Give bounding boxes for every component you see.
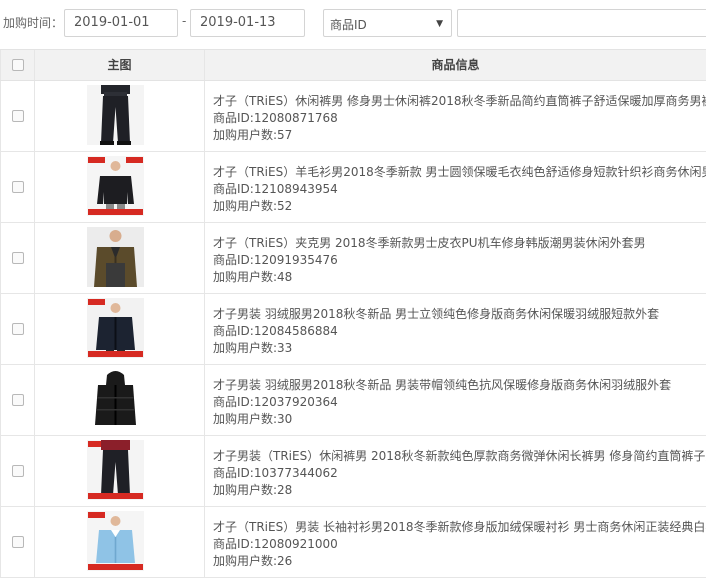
cart-user-count: 加购用户数:57	[213, 128, 293, 142]
table-header: 主图 商品信息	[0, 50, 706, 81]
product-table: 主图 商品信息 才子（TRiES）休闲裤男 修身男士休闲裤2018秋冬季新品简约…	[0, 49, 706, 578]
table-row: 才子男装（TRiES）休闲裤男 2018秋冬新款纯色厚款商务微弹休闲长裤男 修身…	[0, 436, 706, 507]
row-checkbox[interactable]	[12, 323, 24, 335]
product-id: 商品ID:12037920364	[213, 395, 338, 409]
cart-user-count: 加购用户数:48	[213, 270, 293, 284]
table-row: 才子（TRiES）夹克男 2018冬季新款男士皮衣PU机车修身韩版潮男装休闲外套…	[0, 223, 706, 294]
row-checkbox[interactable]	[12, 394, 24, 406]
product-id: 商品ID:12108943954	[213, 182, 338, 196]
table-row: 才子（TRiES）休闲裤男 修身男士休闲裤2018秋冬季新品简约直筒裤子舒适保暖…	[0, 81, 706, 152]
header-product-info: 商品信息	[431, 58, 480, 72]
product-image-jacket	[87, 227, 144, 287]
select-all-checkbox[interactable]	[12, 59, 24, 71]
row-checkbox[interactable]	[12, 536, 24, 548]
start-date-input[interactable]: 2019-01-01	[64, 9, 178, 37]
dropdown-arrow-icon: ▼	[436, 19, 443, 29]
table-row: 才子（TRiES）男装 长袖衬衫男2018冬季新款修身版加绒保暖衬衫 男士商务休…	[0, 507, 706, 578]
product-image-shirt	[87, 511, 144, 571]
product-id: 商品ID:12091935476	[213, 253, 338, 267]
filter-bar: 加购时间： 2019-01-01 - 2019-01-13 商品ID ▼	[0, 0, 706, 46]
table-row: 才子男装 羽绒服男2018秋冬新品 男士立领纯色修身版商务休闲保暖羽绒服短款外套…	[0, 294, 706, 365]
product-title[interactable]: 才子男装 羽绒服男2018秋冬新品 男装带帽领纯色抗风保暖修身版商务休闲羽绒服外…	[213, 377, 671, 394]
product-id: 商品ID:12084586884	[213, 324, 338, 338]
cart-user-count: 加购用户数:28	[213, 483, 293, 497]
header-main-image: 主图	[35, 50, 205, 80]
product-image-down-jacket	[87, 298, 144, 358]
table-row: 才子（TRiES）羊毛衫男2018冬季新款 男士圆领保暖毛衣纯色舒适修身短款针织…	[0, 152, 706, 223]
field-select-value: 商品ID	[330, 18, 367, 32]
product-image-casual-pants	[87, 440, 144, 500]
product-title[interactable]: 才子（TRiES）休闲裤男 修身男士休闲裤2018秋冬季新品简约直筒裤子舒适保暖…	[213, 93, 706, 110]
cart-user-count: 加购用户数:26	[213, 554, 293, 568]
row-checkbox[interactable]	[12, 252, 24, 264]
product-title[interactable]: 才子（TRiES）男装 长袖衬衫男2018冬季新款修身版加绒保暖衬衫 男士商务休…	[213, 519, 706, 536]
product-image-pants	[87, 85, 144, 145]
end-date-input[interactable]: 2019-01-13	[190, 9, 305, 37]
row-checkbox[interactable]	[12, 181, 24, 193]
row-checkbox[interactable]	[12, 465, 24, 477]
product-id: 商品ID:10377344062	[213, 466, 338, 480]
product-image-hooded-down-jacket	[87, 369, 144, 429]
cart-user-count: 加购用户数:30	[213, 412, 293, 426]
product-title[interactable]: 才子男装（TRiES）休闲裤男 2018秋冬新款纯色厚款商务微弹休闲长裤男 修身…	[213, 448, 706, 465]
cart-user-count: 加购用户数:52	[213, 199, 293, 213]
product-title[interactable]: 才子（TRiES）夹克男 2018冬季新款男士皮衣PU机车修身韩版潮男装休闲外套…	[213, 235, 646, 252]
table-row: 才子男装 羽绒服男2018秋冬新品 男装带帽领纯色抗风保暖修身版商务休闲羽绒服外…	[0, 365, 706, 436]
product-title[interactable]: 才子（TRiES）羊毛衫男2018冬季新款 男士圆领保暖毛衣纯色舒适修身短款针织…	[213, 164, 706, 181]
search-input[interactable]	[457, 9, 706, 37]
product-title[interactable]: 才子男装 羽绒服男2018秋冬新品 男士立领纯色修身版商务休闲保暖羽绒服短款外套	[213, 306, 659, 323]
product-id: 商品ID:12080871768	[213, 111, 338, 125]
row-checkbox[interactable]	[12, 110, 24, 122]
product-id: 商品ID:12080921000	[213, 537, 338, 551]
cart-user-count: 加购用户数:33	[213, 341, 293, 355]
field-select[interactable]: 商品ID ▼	[323, 9, 452, 37]
date-separator: -	[182, 14, 187, 28]
date-range-label: 加购时间：	[3, 16, 64, 30]
product-image-sweater	[87, 156, 144, 216]
